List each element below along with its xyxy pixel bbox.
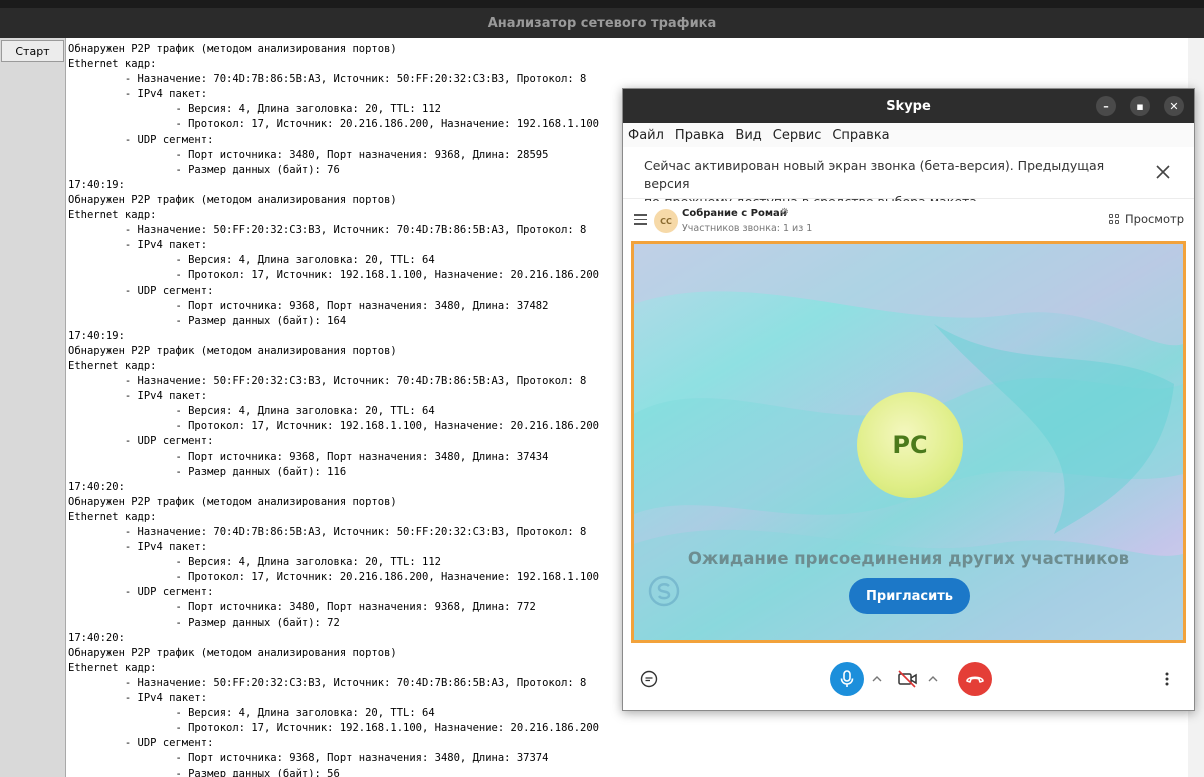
close-icon: ✕ xyxy=(1169,99,1179,113)
meeting-avatar: СС xyxy=(654,209,678,233)
analyzer-title: Анализатор сетевого трафика xyxy=(487,15,717,31)
call-controls xyxy=(623,649,1194,710)
skype-logo-icon xyxy=(648,575,680,607)
menu-help[interactable]: Справка xyxy=(832,128,889,143)
menu-tools[interactable]: Сервис xyxy=(773,128,822,143)
camera-options-chevron-icon[interactable] xyxy=(925,669,941,689)
skype-title-bar[interactable]: Skype – ▪ ✕ xyxy=(623,89,1194,123)
close-button[interactable]: ✕ xyxy=(1164,96,1184,116)
view-layout-label: Просмотр xyxy=(1125,212,1185,226)
hamburger-menu-icon[interactable] xyxy=(634,214,647,225)
meeting-name[interactable]: Собрание с Роман xyxy=(682,208,787,219)
analyzer-control-panel: Старт xyxy=(0,38,66,777)
skype-title: Skype xyxy=(886,98,931,114)
settings-gear-icon[interactable]: ⚙ xyxy=(780,207,789,218)
mic-options-chevron-icon[interactable] xyxy=(869,669,885,689)
maximize-icon: ▪ xyxy=(1136,99,1144,113)
start-button[interactable]: Старт xyxy=(1,40,64,62)
maximize-button[interactable]: ▪ xyxy=(1130,96,1150,116)
camera-off-icon xyxy=(898,670,917,688)
menu-view[interactable]: Вид xyxy=(735,128,761,143)
menu-file[interactable]: Файл xyxy=(628,128,664,143)
hang-up-icon xyxy=(966,676,984,683)
desktop-top-bar xyxy=(0,0,1204,8)
camera-toggle-button[interactable] xyxy=(891,662,925,696)
grid-icon xyxy=(1109,213,1120,225)
call-header: СС Собрание с Роман ⚙ Участников звонка:… xyxy=(623,201,1194,241)
microphone-icon xyxy=(840,670,854,687)
participant-avatar: РС xyxy=(857,392,963,498)
chat-icon[interactable] xyxy=(639,669,659,689)
view-layout-button[interactable]: Просмотр xyxy=(1109,212,1184,226)
notice-close-icon[interactable] xyxy=(1154,163,1172,181)
hang-up-button[interactable] xyxy=(958,662,992,696)
participant-count: Участников звонка: 1 из 1 xyxy=(682,223,813,234)
skype-window: Skype – ▪ ✕ Файл Правка Вид Сервис Справ… xyxy=(622,88,1195,711)
beta-notice-banner: Сейчас активирован новый экран звонка (б… xyxy=(623,147,1194,209)
analyzer-title-bar: Анализатор сетевого трафика xyxy=(0,8,1204,38)
minimize-icon: – xyxy=(1103,99,1109,113)
minimize-button[interactable]: – xyxy=(1096,96,1116,116)
skype-menu-bar: Файл Правка Вид Сервис Справка xyxy=(623,123,1194,147)
menu-edit[interactable]: Правка xyxy=(675,128,724,143)
more-options-icon[interactable] xyxy=(1161,669,1173,689)
invite-button[interactable]: Пригласить xyxy=(849,578,970,614)
call-stage: РС Ожидание присоединения других участни… xyxy=(631,241,1186,643)
microphone-button[interactable] xyxy=(830,662,864,696)
waiting-message: Ожидание присоединения других участников xyxy=(687,549,1130,568)
